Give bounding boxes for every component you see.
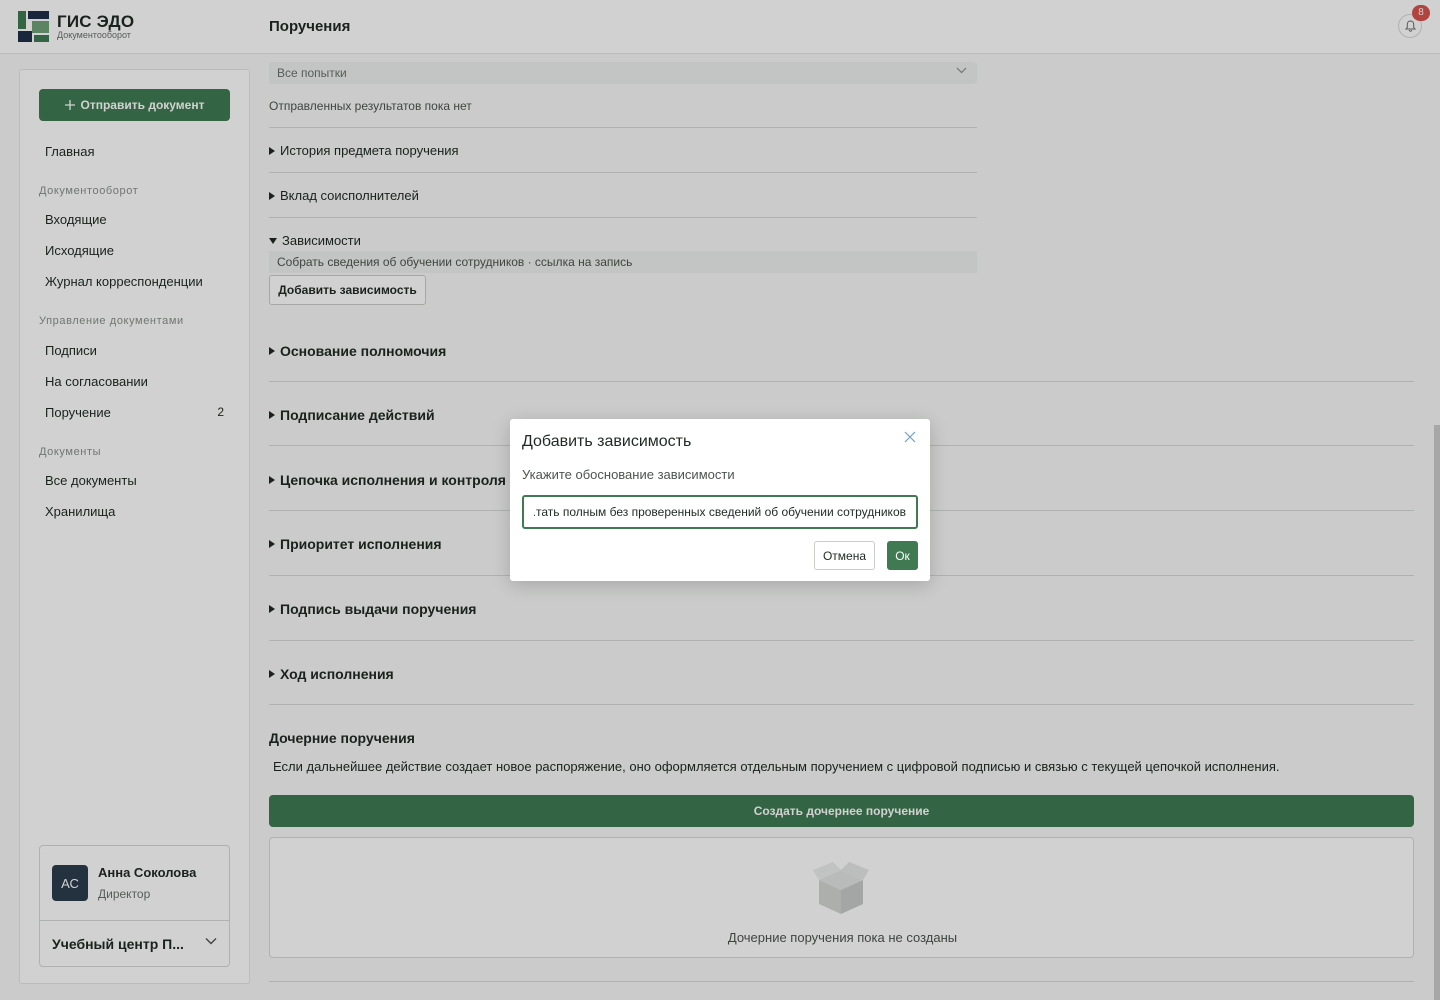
- add-dependency-modal: Добавить зависимость Укажите обоснование…: [510, 419, 930, 581]
- modal-title: Добавить зависимость: [522, 433, 692, 450]
- modal-label: Укажите обоснование зависимости: [522, 467, 735, 482]
- dependency-reason-input[interactable]: [522, 495, 918, 529]
- close-button[interactable]: [901, 429, 919, 447]
- close-icon: [904, 431, 916, 442]
- ok-button[interactable]: Ок: [887, 541, 918, 570]
- scrollbar-thumb[interactable]: [1434, 425, 1440, 1000]
- cancel-button[interactable]: Отмена: [814, 541, 875, 570]
